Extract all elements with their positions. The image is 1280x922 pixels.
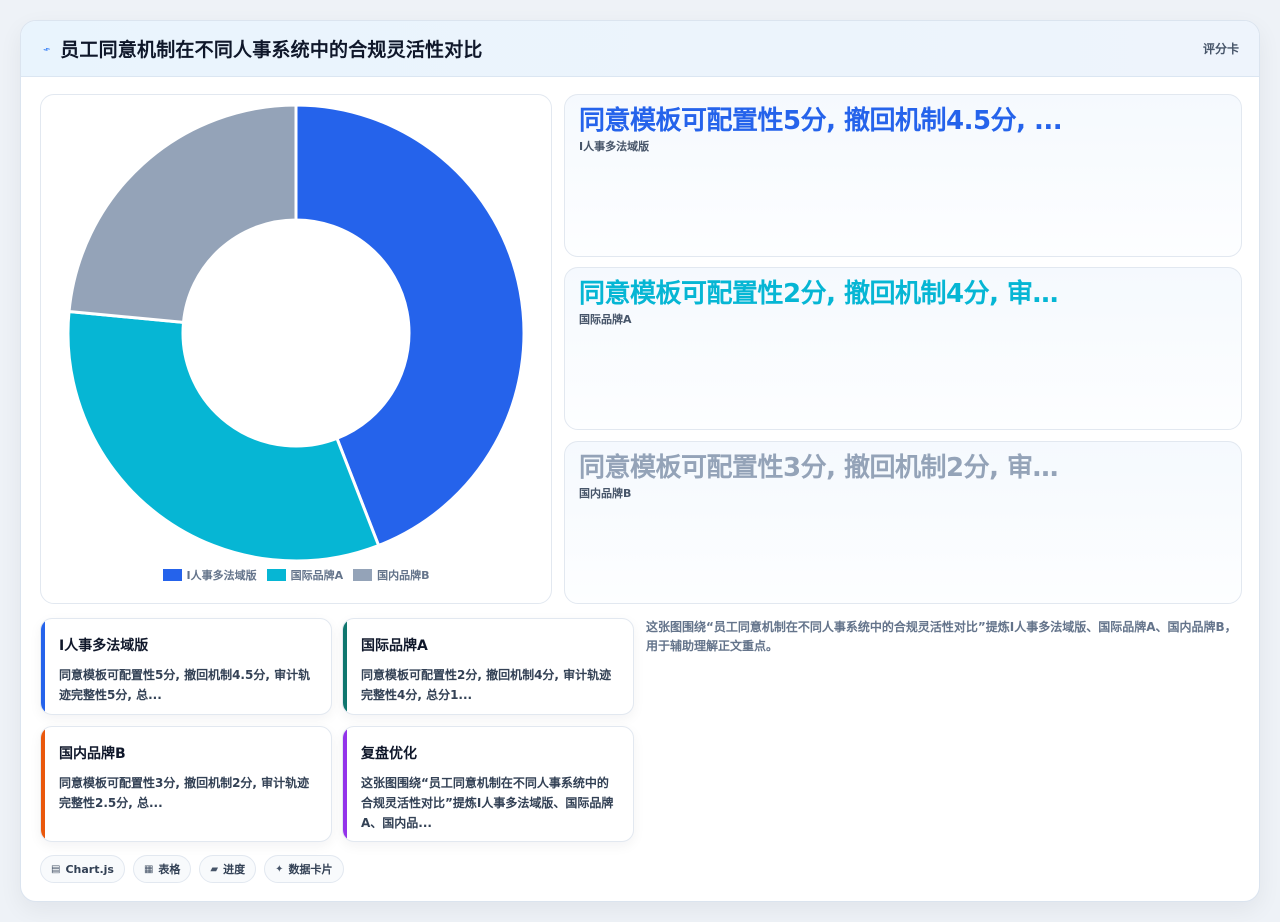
summary-card-body: 同意模板可配置性2分, 撤回机制4分, 审计轨迹完整性4分, 总分1... xyxy=(361,668,612,702)
legend-swatch-0 xyxy=(162,569,182,581)
doughnut-chart xyxy=(66,103,526,563)
legend-item-2[interactable]: 国内品牌B xyxy=(353,567,430,583)
summary-card-3[interactable]: 复盘优化 这张图围绕“员工同意机制在不同人事系统中的合规灵活性对比”提炼I人事多… xyxy=(342,726,634,842)
chip-label: 表格 xyxy=(158,863,181,876)
stat-label-0: I人事多法域版 xyxy=(579,140,650,153)
stat-value-1: 同意模板可配置性2分, 撤回机制4分, 审计... xyxy=(579,279,1069,309)
summary-card-2[interactable]: 国内品牌B 同意模板可配置性3分, 撤回机制2分, 审计轨迹完整性2.5分, 总… xyxy=(40,726,332,842)
summary-card-0[interactable]: I人事多法域版 同意模板可配置性5分, 撤回机制4.5分, 审计轨迹完整性5分,… xyxy=(40,618,332,715)
sparkle-icon: ✦ xyxy=(275,863,284,875)
legend-label-0: I人事多法域版 xyxy=(186,569,257,582)
chart-legend: I人事多法域版 国际品牌A 国内品牌B xyxy=(41,567,551,583)
legend-swatch-1 xyxy=(266,569,286,581)
chart-description: 这张图围绕“员工同意机制在不同人事系统中的合规灵活性对比”提炼I人事多法域版、国… xyxy=(646,620,1237,653)
summary-card-title: 国内品牌B xyxy=(59,746,126,762)
feature-chips: ▤ Chart.js ▦ 表格 ▰ 进度 ✦ 数据卡片 xyxy=(40,855,344,883)
chip-progress[interactable]: ▰ 进度 xyxy=(199,855,257,883)
doughnut-chart-panel: I人事多法域版 国际品牌A 国内品牌B xyxy=(40,94,552,604)
summary-card-title: 国际品牌A xyxy=(361,638,428,654)
chip-label: 数据卡片 xyxy=(288,863,333,876)
table-icon: ▦ xyxy=(143,863,154,875)
stat-value-0: 同意模板可配置性5分, 撤回机制4.5分, ... xyxy=(579,106,1063,136)
title-wrap: ⌁ 员工同意机制在不同人事系统中的合规灵活性对比 xyxy=(40,35,483,62)
stat-card-1: 同意模板可配置性2分, 撤回机制4分, 审计... 国际品牌A xyxy=(564,267,1242,430)
scorecard-tag: 评分卡 xyxy=(1202,42,1239,56)
summary-card-body: 这张图围绕“员工同意机制在不同人事系统中的合规灵活性对比”提炼I人事多法域版、国… xyxy=(361,776,614,830)
stat-card-2: 同意模板可配置性3分, 撤回机制2分, 审计... 国内品牌B xyxy=(564,441,1242,604)
summary-card-title: 复盘优化 xyxy=(361,746,417,762)
legend-item-0[interactable]: I人事多法域版 xyxy=(162,567,257,583)
stat-value-2: 同意模板可配置性3分, 撤回机制2分, 审计... xyxy=(579,453,1069,483)
summary-card-body: 同意模板可配置性3分, 撤回机制2分, 审计轨迹完整性2.5分, 总... xyxy=(59,776,310,810)
legend-item-1[interactable]: 国际品牌A xyxy=(266,567,344,583)
summary-card-title: I人事多法域版 xyxy=(59,638,149,654)
chip-table[interactable]: ▦ 表格 xyxy=(132,855,192,883)
chip-label: 进度 xyxy=(223,863,246,876)
panel-header: ⌁ 员工同意机制在不同人事系统中的合规灵活性对比 评分卡 xyxy=(21,21,1259,77)
chart-icon: ▤ xyxy=(51,863,61,875)
legend-label-2: 国内品牌B xyxy=(377,569,430,582)
chip-label: Chart.js xyxy=(65,862,114,876)
chip-data-card[interactable]: ✦ 数据卡片 xyxy=(264,855,344,883)
summary-card-1[interactable]: 国际品牌A 同意模板可配置性2分, 撤回机制4分, 审计轨迹完整性4分, 总分1… xyxy=(342,618,634,715)
legend-label-1: 国际品牌A xyxy=(290,569,344,582)
stat-label-1: 国际品牌A xyxy=(579,313,632,326)
legend-swatch-2 xyxy=(353,569,373,581)
progress-icon: ▰ xyxy=(210,863,219,875)
spark-icon: ⌁ xyxy=(40,40,53,57)
scorecard-panel: ⌁ 员工同意机制在不同人事系统中的合规灵活性对比 评分卡 I人事多法域版 国际品… xyxy=(20,20,1260,902)
summary-card-body: 同意模板可配置性5分, 撤回机制4.5分, 审计轨迹完整性5分, 总... xyxy=(59,668,311,702)
page-title: 员工同意机制在不同人事系统中的合规灵活性对比 xyxy=(60,39,483,61)
stat-label-2: 国内品牌B xyxy=(579,487,632,500)
doughnut-slice-1[interactable] xyxy=(66,309,381,563)
stat-card-0: 同意模板可配置性5分, 撤回机制4.5分, ... I人事多法域版 xyxy=(564,94,1242,257)
chip-chartjs[interactable]: ▤ Chart.js xyxy=(40,855,125,883)
doughnut-slice-2[interactable] xyxy=(67,103,298,325)
